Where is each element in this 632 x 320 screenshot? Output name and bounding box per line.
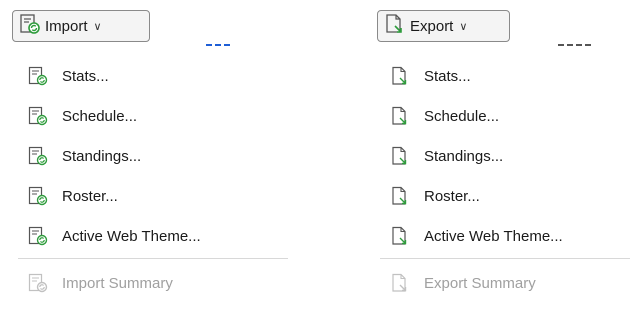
import-menu-item-schedule[interactable]: Schedule... bbox=[18, 96, 288, 136]
import-menu-item-active-web-theme[interactable]: Active Web Theme... bbox=[18, 216, 288, 256]
import-icon bbox=[28, 146, 48, 166]
export-menu: Stats... Schedule... Standings... Roster… bbox=[380, 44, 630, 303]
menu-separator bbox=[380, 258, 630, 259]
export-dropdown-button[interactable]: Export ∨ bbox=[377, 10, 510, 42]
import-button-label: Import bbox=[45, 17, 88, 35]
import-icon bbox=[19, 13, 41, 39]
export-icon bbox=[390, 66, 410, 86]
export-menu-item-roster[interactable]: Roster... bbox=[380, 176, 630, 216]
export-menu-item-summary: Export Summary bbox=[380, 263, 630, 303]
export-panel: Export ∨ Stats... Schedule... Standings.… bbox=[362, 0, 632, 320]
import-menu-item-roster[interactable]: Roster... bbox=[18, 176, 288, 216]
export-icon bbox=[390, 273, 410, 293]
menu-item-label: Standings... bbox=[424, 147, 504, 165]
menu-item-label: Standings... bbox=[62, 147, 142, 165]
import-icon bbox=[28, 66, 48, 86]
import-icon bbox=[28, 106, 48, 126]
menu-separator bbox=[18, 258, 288, 259]
import-icon bbox=[28, 186, 48, 206]
export-icon bbox=[390, 226, 410, 246]
menu-item-label: Stats... bbox=[62, 67, 109, 85]
export-icon bbox=[390, 186, 410, 206]
menu-item-label: Schedule... bbox=[62, 107, 138, 125]
export-menu-item-active-web-theme[interactable]: Active Web Theme... bbox=[380, 216, 630, 256]
menu-item-label: Export Summary bbox=[424, 274, 536, 292]
menu-item-label: Schedule... bbox=[424, 107, 500, 125]
menu-item-label: Active Web Theme... bbox=[62, 227, 201, 245]
import-icon bbox=[28, 226, 48, 246]
menu-item-label: Import Summary bbox=[62, 274, 173, 292]
import-icon bbox=[28, 273, 48, 293]
menu-item-label: Active Web Theme... bbox=[424, 227, 563, 245]
export-menu-item-schedule[interactable]: Schedule... bbox=[380, 96, 630, 136]
import-panel: Import ∨ Stats... Schedule... Standings.… bbox=[0, 0, 300, 320]
export-icon bbox=[390, 106, 410, 126]
chevron-down-icon: ∨ bbox=[459, 20, 468, 33]
menu-item-label: Stats... bbox=[424, 67, 471, 85]
export-menu-item-stats[interactable]: Stats... bbox=[380, 56, 630, 96]
export-icon bbox=[384, 13, 406, 39]
import-menu-item-stats[interactable]: Stats... bbox=[18, 56, 288, 96]
chevron-down-icon: ∨ bbox=[93, 20, 102, 33]
export-button-label: Export bbox=[410, 17, 454, 35]
import-dropdown-button[interactable]: Import ∨ bbox=[12, 10, 150, 42]
import-menu: Stats... Schedule... Standings... Roster… bbox=[18, 44, 288, 303]
export-menu-item-standings[interactable]: Standings... bbox=[380, 136, 630, 176]
import-menu-item-summary: Import Summary bbox=[18, 263, 288, 303]
menu-item-label: Roster... bbox=[62, 187, 118, 205]
menu-item-label: Roster... bbox=[424, 187, 480, 205]
import-menu-item-standings[interactable]: Standings... bbox=[18, 136, 288, 176]
export-icon bbox=[390, 146, 410, 166]
